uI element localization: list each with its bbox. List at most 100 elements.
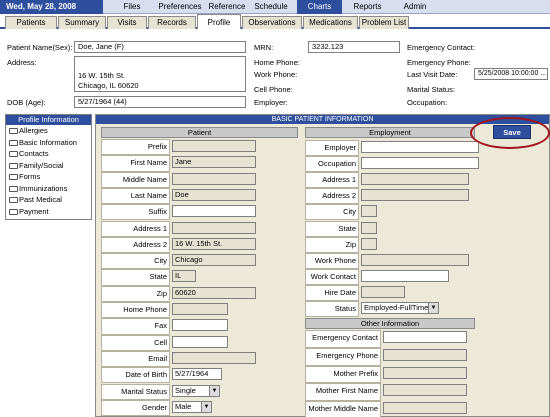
- profile-item-payment[interactable]: Payment: [6, 206, 91, 218]
- profile-item-past-medical[interactable]: Past Medical: [6, 194, 91, 206]
- employment-work-contact-input[interactable]: [361, 269, 449, 282]
- other-emergency-phone-input[interactable]: [383, 348, 467, 361]
- other-information-header: Other Information: [305, 318, 475, 329]
- patient-date-of-birth-input[interactable]: 5/27/1964: [172, 368, 222, 381]
- patient-prefix-input[interactable]: [172, 140, 256, 152]
- employment-work-phone-label: Work Phone: [305, 252, 359, 269]
- tab-patients[interactable]: Patients: [5, 16, 57, 29]
- mrn-label: MRN:: [254, 43, 274, 52]
- patient-cell-input[interactable]: [172, 335, 228, 348]
- folder-icon: [9, 208, 18, 215]
- marital-status-label: Marital Status:: [407, 85, 455, 94]
- employment-status-select[interactable]: Employed-FullTime ▼: [361, 302, 439, 314]
- menu-reports[interactable]: Reports: [345, 0, 390, 14]
- patient-address-1-label: Address 1: [101, 220, 170, 237]
- folder-icon: [9, 139, 18, 146]
- patient-last-name-label: Last Name: [101, 187, 170, 205]
- profile-item-family-social[interactable]: Family/Social: [6, 160, 91, 172]
- tab-medications[interactable]: Medications: [303, 16, 358, 29]
- other-mother-prefix-input[interactable]: [383, 366, 467, 379]
- profile-item-forms[interactable]: Forms: [6, 171, 91, 183]
- profile-item-basic-information[interactable]: Basic Information: [6, 137, 91, 149]
- patient-address-2-input[interactable]: 16 W. 15th St.: [172, 237, 256, 250]
- patient-city-input[interactable]: Chicago: [172, 254, 256, 267]
- folder-icon: [9, 185, 18, 192]
- profile-item-contacts[interactable]: Contacts: [6, 148, 91, 160]
- patient-name-field: Doe, Jane (F): [74, 41, 246, 53]
- menu-admin[interactable]: Admin: [395, 0, 435, 14]
- tab-observations[interactable]: Observations: [242, 16, 302, 29]
- highlight-circle: [470, 117, 550, 149]
- employment-city-label: City: [305, 204, 359, 221]
- patient-middle-name-input[interactable]: [172, 172, 256, 185]
- chevron-down-icon[interactable]: ▼: [209, 385, 219, 396]
- basic-patient-information-form: BASIC PATIENT INFORMATION Patient Employ…: [95, 114, 550, 417]
- patient-first-name-input[interactable]: Jane: [172, 156, 256, 169]
- employment-occupation-label: Occupation: [305, 156, 359, 173]
- patient-city-label: City: [101, 253, 170, 270]
- tab-records[interactable]: Records: [148, 16, 196, 29]
- menu-schedule[interactable]: Schedule: [249, 0, 293, 14]
- profile-item-immunizations[interactable]: Immunizations: [6, 183, 91, 195]
- patient-suffix-input[interactable]: [172, 205, 256, 218]
- patient-home-phone-input[interactable]: [172, 303, 228, 315]
- employment-address-2-label: Address 2: [305, 188, 359, 205]
- other-mother-middle-name-input[interactable]: [383, 402, 467, 415]
- menu-reference[interactable]: Reference: [207, 0, 247, 14]
- patient-last-name-input[interactable]: Doe: [172, 188, 256, 201]
- employment-city-input[interactable]: [361, 205, 377, 218]
- patient-marital-status-select[interactable]: Single ▼: [172, 384, 220, 397]
- patient-cell-label: Cell: [101, 334, 170, 351]
- employment-employer-input[interactable]: [361, 141, 479, 153]
- patient-email-input[interactable]: [172, 351, 256, 364]
- patient-state-label: State: [101, 269, 170, 286]
- profile-information-panel: Profile Information Allergies Basic Info…: [5, 114, 92, 220]
- other-mother-first-name-label: Mother First Name: [305, 383, 381, 402]
- patient-zip-label: Zip: [101, 285, 170, 302]
- employment-address-2-input[interactable]: [361, 189, 469, 202]
- menu-charts[interactable]: Charts: [297, 0, 342, 14]
- patient-first-name-label: First Name: [101, 155, 170, 172]
- other-emergency-contact-input[interactable]: [383, 331, 467, 343]
- patient-gender-select[interactable]: Male ▼: [172, 400, 212, 413]
- other-mother-first-name-input[interactable]: [383, 384, 467, 397]
- mrn-field: 3232.123: [308, 41, 400, 53]
- chevron-down-icon[interactable]: ▼: [428, 303, 438, 313]
- menu-preferences[interactable]: Preferences: [155, 0, 205, 14]
- employment-state-label: State: [305, 220, 359, 237]
- patient-gender-value: Male: [175, 401, 192, 411]
- occupation-label: Occupation:: [407, 98, 448, 107]
- employment-work-phone-input[interactable]: [361, 253, 469, 266]
- profile-panel-title: Profile Information: [6, 115, 91, 125]
- emergency-phone-label: Emergency Phone:: [407, 58, 471, 67]
- employment-hire-date-input[interactable]: [361, 285, 405, 298]
- chevron-down-icon[interactable]: ▼: [201, 401, 211, 412]
- tab-problem-list[interactable]: Problem List: [359, 16, 409, 29]
- top-menu-bar: Wed, May 28, 2008 Files Preferences Refe…: [0, 0, 550, 14]
- patient-address-1-input[interactable]: [172, 221, 256, 234]
- patient-marital-status-label: Marital Status: [101, 383, 170, 400]
- tab-profile[interactable]: Profile: [197, 14, 241, 29]
- employment-zip-input[interactable]: [361, 237, 377, 250]
- other-mother-prefix-label: Mother Prefix: [305, 365, 381, 384]
- employment-work-contact-label: Work Contact: [305, 268, 359, 285]
- emergency-contact-label: Emergency Contact:: [407, 43, 475, 52]
- address-label: Address:: [7, 58, 37, 67]
- chart-tab-row: Patients Summary Visits Records Profile …: [0, 14, 550, 29]
- menu-files[interactable]: Files: [112, 0, 152, 14]
- employment-state-input[interactable]: [361, 221, 377, 234]
- patient-section-header: Patient: [101, 127, 298, 138]
- employer-label: Employer:: [254, 98, 288, 107]
- employment-address-1-input[interactable]: [361, 173, 469, 186]
- patient-fax-input[interactable]: [172, 319, 228, 332]
- tab-visits[interactable]: Visits: [107, 16, 147, 29]
- folder-icon: [9, 128, 18, 134]
- last-visit-label: Last Visit Date:: [407, 70, 458, 79]
- patient-state-input[interactable]: IL: [172, 270, 196, 283]
- tab-summary[interactable]: Summary: [58, 16, 106, 29]
- employment-section-header: Employment: [305, 127, 475, 138]
- profile-item-allergies[interactable]: Allergies: [6, 125, 91, 137]
- patient-zip-input[interactable]: 60620: [172, 286, 256, 299]
- employment-occupation-input[interactable]: [361, 157, 479, 170]
- patient-marital-status-value: Single: [175, 385, 196, 395]
